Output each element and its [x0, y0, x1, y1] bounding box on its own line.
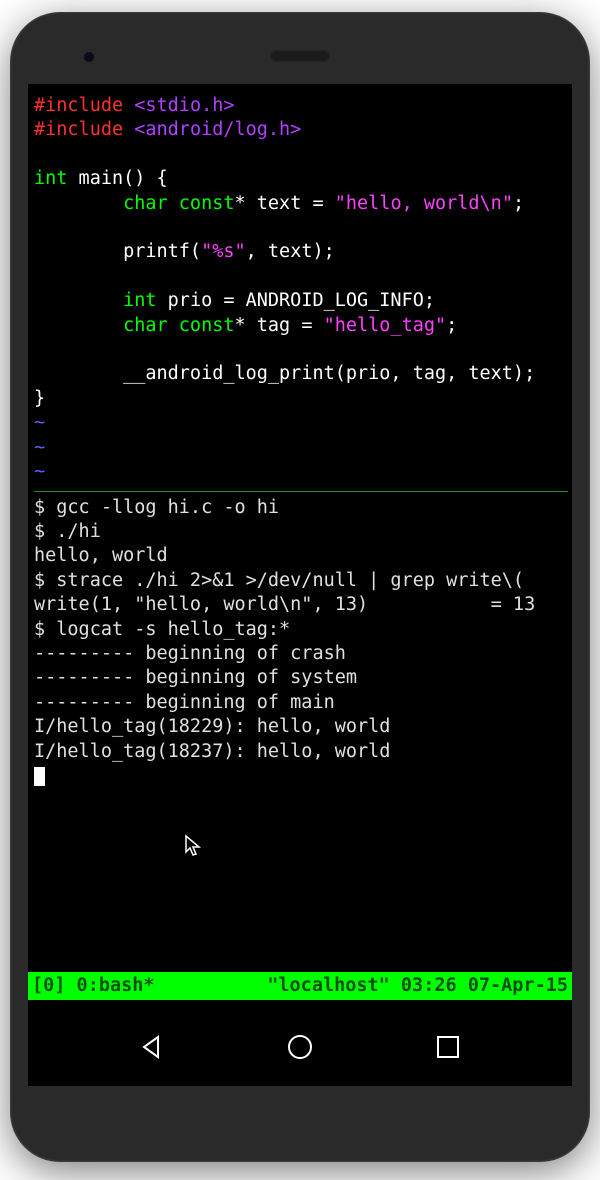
keyword-int: int — [123, 290, 156, 311]
home-icon[interactable] — [286, 1033, 314, 1061]
term-line: --------- beginning of crash — [34, 643, 346, 664]
term-line: --------- beginning of system — [34, 667, 357, 688]
keyword-char-const: char const — [123, 315, 234, 336]
code-editor-pane[interactable]: #include <stdio.h> #include <android/log… — [34, 94, 568, 485]
decl-text: * text = — [235, 193, 335, 214]
vim-tilde: ~ — [34, 461, 45, 482]
decl-text: prio = ANDROID_LOG_INFO; — [157, 290, 435, 311]
string-literal: "hello, world\n" — [335, 193, 513, 214]
back-icon[interactable] — [138, 1033, 166, 1061]
close-brace: } — [34, 388, 45, 409]
keyword-int: int — [34, 168, 67, 189]
include-header: <stdio.h> — [134, 95, 234, 116]
android-navbar — [28, 1008, 572, 1086]
term-line: hello, world — [34, 545, 168, 566]
fn-call: __android_log_print(prio, tag, text); — [123, 363, 535, 384]
screen[interactable]: #include <stdio.h> #include <android/log… — [28, 84, 572, 1086]
term-line: $ logcat -s hello_tag:* — [34, 619, 290, 640]
fn-signature: main() { — [67, 168, 167, 189]
tmux-clock: "localhost" 03:26 07-Apr-15 — [267, 974, 568, 998]
term-line: write(1, "hello, world\n", 13) = 13 — [34, 594, 535, 615]
term-line: --------- beginning of main — [34, 692, 335, 713]
fn-call: printf( — [123, 241, 201, 262]
preproc-directive: #include — [34, 119, 123, 140]
keyword-char-const: char const — [123, 193, 234, 214]
term-line: I/hello_tag(18229): hello, world — [34, 716, 390, 737]
phone-frame: #include <stdio.h> #include <android/log… — [10, 12, 590, 1162]
term-line: $ ./hi — [34, 521, 101, 542]
terminal-cursor — [34, 767, 45, 786]
mouse-cursor-icon — [184, 834, 204, 858]
call-args: , text); — [246, 241, 335, 262]
decl-text: * tag = — [235, 315, 324, 336]
term-line: $ strace ./hi 2>&1 >/dev/null | grep wri… — [34, 570, 524, 591]
tmux-window-list: [0] 0:bash* — [32, 974, 155, 998]
string-literal: "hello_tag" — [324, 315, 447, 336]
pane-divider[interactable] — [34, 491, 568, 492]
vim-tilde: ~ — [34, 412, 45, 433]
include-header: <android/log.h> — [134, 119, 301, 140]
tmux-status-bar[interactable]: [0] 0:bash* "localhost" 03:26 07-Apr-15 — [28, 972, 572, 1000]
string-literal: "%s" — [201, 241, 246, 262]
vim-tilde: ~ — [34, 437, 45, 458]
recent-apps-icon[interactable] — [434, 1033, 462, 1061]
term-line: I/hello_tag(18237): hello, world — [34, 741, 390, 762]
preproc-directive: #include — [34, 95, 123, 116]
terminal-pane[interactable]: $ gcc -llog hi.c -o hi $ ./hi hello, wor… — [34, 496, 568, 789]
term-line: $ gcc -llog hi.c -o hi — [34, 497, 279, 518]
